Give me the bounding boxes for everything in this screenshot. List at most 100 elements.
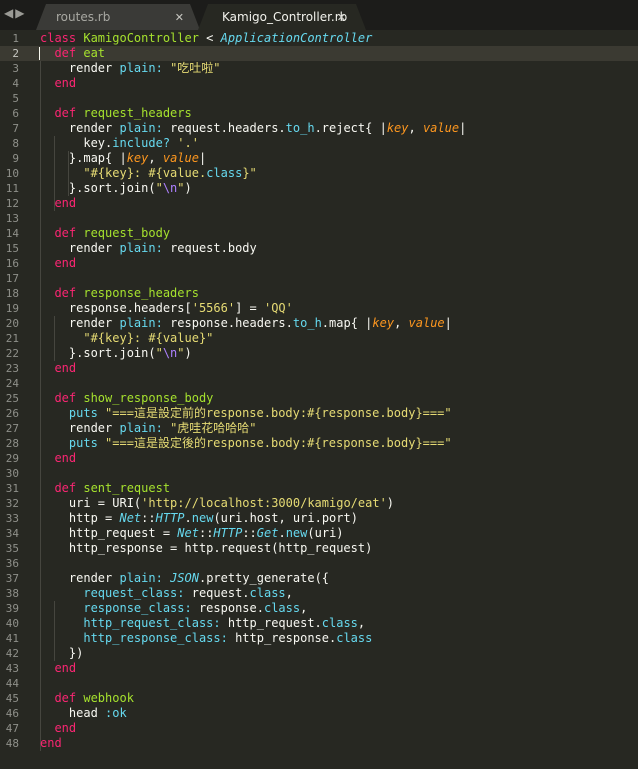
code-line[interactable]: 40 http_request_class: http_request.clas…: [0, 616, 638, 631]
code-token: plain:: [119, 61, 171, 75]
code-line[interactable]: 3 render plain: "吃吐啦": [0, 61, 638, 76]
code-line[interactable]: 9 }.map{ |key, value|: [0, 151, 638, 166]
line-number: 28: [5, 437, 19, 450]
code-token: ": [177, 181, 185, 195]
code-token: ": [155, 181, 163, 195]
code-token: response.: [198, 601, 264, 615]
code-line[interactable]: 48 end: [0, 736, 638, 751]
code-text: http = Net::HTTP.new(uri.host, uri.port): [40, 511, 358, 526]
line-number: 8: [12, 137, 19, 150]
code-token: plain:: [119, 421, 171, 435]
code-token: }.map{ |: [40, 151, 127, 165]
line-number: 24: [5, 377, 19, 390]
code-token: ): [184, 181, 192, 195]
code-line[interactable]: 7 render plain: request.headers.to_h.rej…: [0, 121, 638, 136]
code-line[interactable]: 43 end: [0, 661, 638, 676]
code-line[interactable]: 41 http_response_class: http_response.cl…: [0, 631, 638, 646]
code-line[interactable]: 26 puts "===這是設定前的response.body:#{respon…: [0, 406, 638, 421]
code-line[interactable]: 29 end: [0, 451, 638, 466]
code-line[interactable]: 38 request_class: request.class,: [0, 586, 638, 601]
code-line[interactable]: 1 class KamigoController < ApplicationCon…: [0, 31, 638, 46]
code-token: ::: [141, 511, 156, 525]
code-token: HTTP: [155, 511, 185, 525]
code-text: def sent_request: [40, 481, 170, 496]
line-number: 10: [5, 167, 19, 180]
code-line[interactable]: 5: [0, 91, 638, 106]
code-line[interactable]: 31 def sent_request: [0, 481, 638, 496]
code-line[interactable]: 42 }): [0, 646, 638, 661]
code-line[interactable]: 8 key.include? '.': [0, 136, 638, 151]
code-token: ApplicationController: [220, 31, 373, 45]
tab-forward-icon[interactable]: ▶: [15, 6, 26, 20]
code-line[interactable]: 32 uri = URI('http://localhost:3000/kami…: [0, 496, 638, 511]
code-text: "#{key}: #{value.class}": [40, 166, 256, 181]
code-line[interactable]: 10 "#{key}: #{value.class}": [0, 166, 638, 181]
line-number: 48: [5, 737, 19, 750]
code-token: ): [386, 496, 395, 510]
code-line[interactable]: 39 response_class: response.class,: [0, 601, 638, 616]
tab-label: Kamigo_Controller.rb: [222, 10, 348, 24]
code-line[interactable]: 27 render plain: "虎哇花哈哈哈": [0, 421, 638, 436]
code-line[interactable]: 21 "#{key}: #{value}": [0, 331, 638, 346]
code-token: "#{key}: #{value}": [83, 331, 214, 345]
code-token: end: [54, 361, 77, 375]
code-token: def: [54, 226, 84, 240]
code-editor[interactable]: 1 class KamigoController < ApplicationCon…: [0, 31, 638, 769]
code-line[interactable]: 30: [0, 466, 638, 481]
code-line[interactable]: 14 def request_body: [0, 226, 638, 241]
code-line[interactable]: 19 response.headers['5566'] = 'QQ': [0, 301, 638, 316]
code-token: head: [40, 706, 106, 720]
code-token: JSON: [170, 571, 199, 585]
code-token: ,: [394, 316, 409, 330]
line-number: 7: [12, 122, 19, 135]
code-token: show_response_body: [83, 391, 214, 405]
tab-label: routes.rb: [56, 10, 111, 24]
code-line[interactable]: 20 render plain: response.headers.to_h.m…: [0, 316, 638, 331]
code-line[interactable]: 24: [0, 376, 638, 391]
tab-kamigo-controller-rb[interactable]: Kamigo_Controller.rb ✕: [198, 4, 366, 30]
line-number: 40: [5, 617, 19, 630]
code-line[interactable]: 2 def eat: [0, 46, 638, 61]
code-line[interactable]: 34 http_request = Net::HTTP::Get.new(uri…: [0, 526, 638, 541]
code-line[interactable]: 28 puts "===這是設定後的response.body:#{respon…: [0, 436, 638, 451]
code-line[interactable]: 15 render plain: request.body: [0, 241, 638, 256]
code-line[interactable]: 17: [0, 271, 638, 286]
code-line[interactable]: 33 http = Net::HTTP.new(uri.host, uri.po…: [0, 511, 638, 526]
code-line[interactable]: 44: [0, 676, 638, 691]
code-text: end: [40, 451, 76, 466]
tab-routes-rb[interactable]: routes.rb ✕: [36, 4, 200, 30]
tab-close-icon[interactable]: ✕: [175, 11, 184, 24]
line-number: 38: [5, 587, 19, 600]
code-token: plain:: [119, 571, 171, 585]
tab-back-icon[interactable]: ◀: [4, 6, 15, 20]
code-line[interactable]: 11 }.sort.join("\n"): [0, 181, 638, 196]
code-line[interactable]: 46 head :ok: [0, 706, 638, 721]
code-line[interactable]: 23 end: [0, 361, 638, 376]
code-token: class: [321, 616, 358, 630]
code-line[interactable]: 35 http_response = http.request(http_req…: [0, 541, 638, 556]
code-token: .: [278, 526, 286, 540]
code-line[interactable]: 6 def request_headers: [0, 106, 638, 121]
code-line[interactable]: 22 }.sort.join("\n"): [0, 346, 638, 361]
code-line[interactable]: 45 def webhook: [0, 691, 638, 706]
code-line[interactable]: 36: [0, 556, 638, 571]
tab-close-icon[interactable]: ✕: [337, 11, 346, 24]
code-line[interactable]: 18 def response_headers: [0, 286, 638, 301]
code-line[interactable]: 13: [0, 211, 638, 226]
code-text: request_class: request.class,: [40, 586, 293, 601]
code-line[interactable]: 37 render plain: JSON.pretty_generate({: [0, 571, 638, 586]
code-line[interactable]: 4 end: [0, 76, 638, 91]
code-line[interactable]: 25 def show_response_body: [0, 391, 638, 406]
code-token: (uri.host, uri.port): [213, 511, 358, 525]
code-token: <: [198, 31, 221, 45]
code-line[interactable]: 16 end: [0, 256, 638, 271]
code-token: uri = URI(: [40, 496, 142, 510]
code-line[interactable]: 47 end: [0, 721, 638, 736]
code-line[interactable]: 12 end: [0, 196, 638, 211]
code-text: end: [40, 721, 76, 736]
